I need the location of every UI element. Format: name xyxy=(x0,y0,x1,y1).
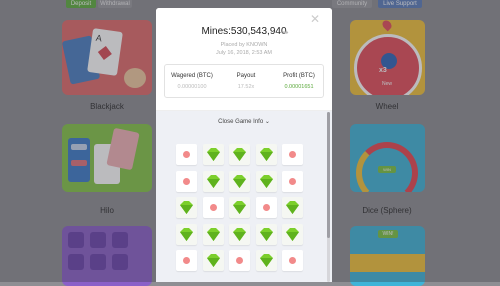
gem-tile xyxy=(202,144,224,165)
bet-title: Mines:530,543,940 xyxy=(201,26,287,37)
mine-icon xyxy=(183,257,190,264)
gem-icon xyxy=(233,227,246,241)
deposit-button[interactable]: Deposit xyxy=(66,0,96,8)
gem-icon xyxy=(206,227,220,241)
gem-icon xyxy=(259,254,273,267)
gem-tile xyxy=(255,250,277,271)
close-icon[interactable]: ✕ xyxy=(310,12,320,26)
mine-icon xyxy=(262,204,270,211)
gem-tile xyxy=(202,250,224,271)
dice-label: Dice (Sphere) xyxy=(362,206,412,215)
gem-icon xyxy=(206,254,220,267)
gem-icon xyxy=(259,148,273,161)
bet-date: July 16, 2018, 2:53 AM xyxy=(216,50,272,56)
ace-card-image: A xyxy=(87,28,123,76)
withdrawal-button[interactable]: Withdrawal xyxy=(98,0,132,8)
dice-win-badge: WIN xyxy=(378,166,396,173)
gem-icon xyxy=(180,201,193,214)
gem-tile xyxy=(202,223,224,245)
mine-tile xyxy=(282,170,303,192)
hilo-label: Hilo xyxy=(100,206,114,215)
mine-tile xyxy=(229,250,250,271)
gem-icon xyxy=(286,201,299,214)
mine-tile xyxy=(282,250,303,271)
gem-icon xyxy=(206,148,220,161)
profit-label: Profit (BTC) xyxy=(283,73,315,79)
wheel-multiplier: x3 xyxy=(379,67,387,74)
blackjack-game-card[interactable]: A xyxy=(62,20,152,95)
gem-tile xyxy=(229,170,250,192)
mine-icon xyxy=(236,257,243,264)
mine-icon xyxy=(209,204,217,211)
mine-tile xyxy=(202,197,224,218)
hilo-game-card[interactable] xyxy=(62,124,152,192)
mine-icon xyxy=(289,177,296,185)
mine-tile xyxy=(176,250,197,271)
wheel-game-card[interactable]: x3 New xyxy=(350,20,425,95)
hilo-panel-image xyxy=(68,138,90,182)
gem-tile xyxy=(229,144,250,165)
gem-tile xyxy=(229,223,250,245)
scrollbar-thumb[interactable] xyxy=(327,112,330,238)
dice-game-card[interactable]: WIN xyxy=(350,124,425,192)
game-info-modal: Mines:530,543,940 ➦ ✕ Placed by KNOWN Ju… xyxy=(156,8,332,282)
profit-value: 0.00001651 xyxy=(284,84,314,90)
gem-icon xyxy=(233,201,246,214)
win-badge: WIN! xyxy=(378,230,398,238)
game-card[interactable]: WIN! xyxy=(350,226,425,286)
mine-icon xyxy=(289,257,296,264)
gem-tile xyxy=(229,197,250,218)
gem-tile xyxy=(176,223,197,245)
mine-tile xyxy=(282,144,303,165)
blackjack-label: Blackjack xyxy=(90,102,124,111)
wagered-label: Wagered (BTC) xyxy=(171,73,213,79)
card-image xyxy=(106,127,140,171)
gem-tile xyxy=(255,144,277,165)
gem-tile xyxy=(282,197,303,218)
gem-icon xyxy=(233,148,246,161)
gem-icon xyxy=(233,174,246,188)
mine-tile xyxy=(255,197,277,218)
mine-icon xyxy=(183,151,190,158)
placed-by-text: Placed by KNOWN xyxy=(220,42,268,48)
gem-tile xyxy=(202,170,224,192)
gem-icon xyxy=(259,227,273,241)
mine-tile xyxy=(176,170,197,192)
gem-tile xyxy=(176,197,197,218)
mine-tile xyxy=(176,144,197,165)
community-button[interactable]: Community xyxy=(332,0,372,8)
gem-icon xyxy=(206,174,220,188)
live-support-button[interactable]: Live Support xyxy=(378,0,422,8)
wagered-value: 0.00000100 xyxy=(177,84,207,90)
wheel-label: Wheel xyxy=(375,102,399,111)
close-game-info-button[interactable]: Close Game Info ⌄ xyxy=(156,118,332,125)
payout-value: 17.52x xyxy=(237,84,255,90)
share-icon[interactable]: ➦ xyxy=(282,28,289,37)
bet-stats: Wagered (BTC) 0.00000100 Payout 17.52x P… xyxy=(164,64,324,98)
new-badge: New xyxy=(376,80,398,88)
gem-icon xyxy=(259,174,273,188)
gem-icon xyxy=(286,227,299,241)
mine-icon xyxy=(289,151,296,158)
mines-game-card[interactable] xyxy=(62,226,152,286)
gem-tile xyxy=(255,170,277,192)
payout-label: Payout xyxy=(236,73,256,79)
gem-tile xyxy=(255,223,277,245)
wheel-pin-icon xyxy=(380,20,394,32)
mine-icon xyxy=(183,177,190,185)
ribbon-image xyxy=(350,254,425,272)
gem-tile xyxy=(282,223,303,245)
gem-icon xyxy=(180,227,193,241)
coffee-cup-image xyxy=(124,68,146,88)
